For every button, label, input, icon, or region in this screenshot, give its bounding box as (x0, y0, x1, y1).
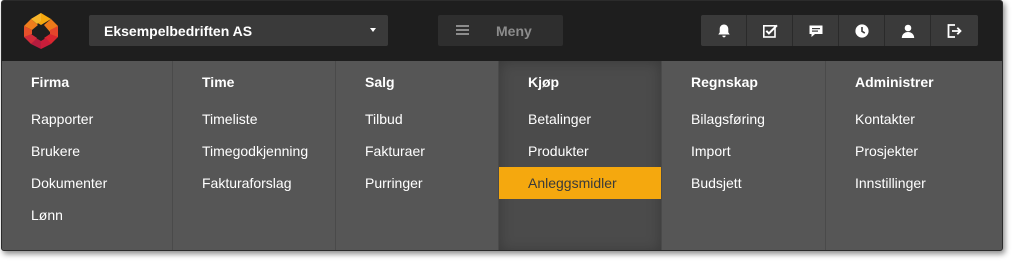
checkbox-icon (762, 24, 778, 38)
company-name: Eksempelbedriften AS (104, 22, 253, 39)
menu-item-tilbud[interactable]: Tilbud (336, 103, 498, 135)
menu-column-administrer: Administrer Kontakter Prosjekter Innstil… (826, 61, 1002, 250)
caret-down-icon (370, 28, 376, 32)
company-selector[interactable]: Eksempelbedriften AS (89, 15, 388, 46)
menu-item-bilagsforing[interactable]: Bilagsføring (662, 103, 825, 135)
menu-item-prosjekter[interactable]: Prosjekter (826, 135, 1002, 167)
menu-item-import[interactable]: Import (662, 135, 825, 167)
menu-item-kontakter[interactable]: Kontakter (826, 103, 1002, 135)
menu-heading-firma: Firma (31, 74, 70, 90)
profile-button[interactable] (885, 15, 931, 46)
menu-column-firma: Firma Rapporter Brukere Dokumenter Lønn (2, 61, 173, 250)
menu-heading-regnskap: Regnskap (691, 74, 758, 90)
mega-menu: Firma Rapporter Brukere Dokumenter Lønn … (2, 61, 1002, 250)
logout-icon (947, 23, 962, 38)
toolbar-icons (701, 15, 978, 46)
menu-item-produkter[interactable]: Produkter (499, 135, 661, 167)
menu-item-rapporter[interactable]: Rapporter (2, 103, 172, 135)
clock-icon (854, 23, 869, 38)
menu-item-brukere[interactable]: Brukere (2, 135, 172, 167)
tasks-button[interactable] (747, 15, 793, 46)
messages-button[interactable] (793, 15, 839, 46)
menu-item-betalinger[interactable]: Betalinger (499, 103, 661, 135)
menu-heading-administrer: Administrer (855, 74, 934, 90)
menu-item-timegodkjenning[interactable]: Timegodkjenning (173, 135, 335, 167)
chat-icon (809, 25, 822, 37)
hamburger-icon (456, 25, 469, 35)
menu-button[interactable]: Meny (438, 15, 563, 46)
hexagon-flower-logo[interactable] (22, 12, 60, 50)
menu-column-salg: Salg Tilbud Fakturaer Purringer (336, 61, 499, 250)
menu-column-regnskap: Regnskap Bilagsføring Import Budsjett (662, 61, 826, 250)
menu-item-timeliste[interactable]: Timeliste (173, 103, 335, 135)
menu-item-fakturaer[interactable]: Fakturaer (336, 135, 498, 167)
menu-heading-salg: Salg (365, 74, 395, 90)
notifications-button[interactable] (701, 15, 747, 46)
top-bar: Eksempelbedriften AS Meny (2, 1, 1002, 61)
user-icon (901, 24, 914, 38)
menu-heading-kjop: Kjøp (528, 74, 560, 90)
menu-button-label: Meny (496, 23, 532, 39)
menu-item-budsjett[interactable]: Budsjett (662, 167, 825, 199)
menu-item-anleggsmidler[interactable]: Anleggsmidler (499, 167, 661, 199)
logout-button[interactable] (931, 15, 977, 46)
menu-column-kjop: Kjøp Betalinger Produkter Anleggsmidler (499, 61, 662, 250)
bell-icon (717, 24, 730, 37)
menu-item-lonn[interactable]: Lønn (2, 199, 172, 231)
menu-item-dokumenter[interactable]: Dokumenter (2, 167, 172, 199)
menu-item-fakturaforslag[interactable]: Fakturaforslag (173, 167, 335, 199)
menu-item-innstillinger[interactable]: Innstillinger (826, 167, 1002, 199)
menu-item-purringer[interactable]: Purringer (336, 167, 498, 199)
history-button[interactable] (839, 15, 885, 46)
menu-heading-time: Time (202, 74, 235, 90)
app-window: Eksempelbedriften AS Meny Firma Rapporte… (1, 0, 1003, 251)
menu-column-time: Time Timeliste Timegodkjenning Fakturafo… (173, 61, 336, 250)
